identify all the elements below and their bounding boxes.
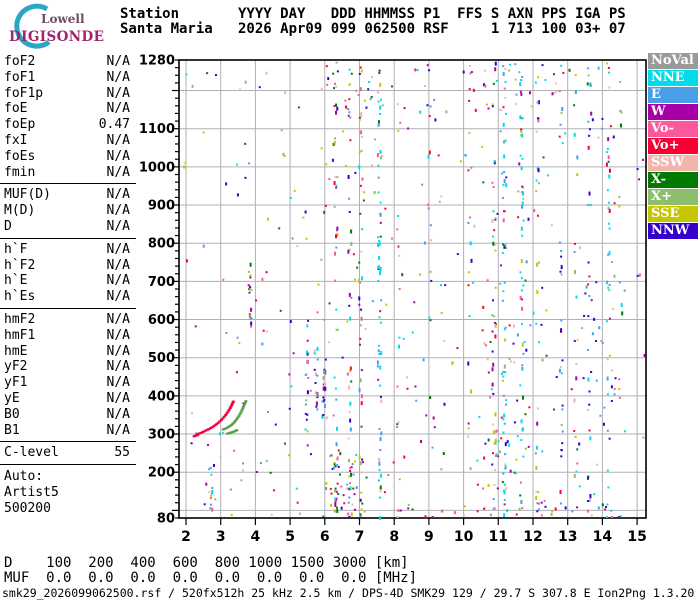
svg-text:500: 500 xyxy=(148,351,175,366)
svg-text:1000: 1000 xyxy=(139,160,175,175)
svg-text:14: 14 xyxy=(593,529,613,545)
svg-text:4: 4 xyxy=(251,529,261,545)
legend-item-w: W xyxy=(648,104,698,120)
svg-text:12: 12 xyxy=(523,529,542,545)
svg-text:8: 8 xyxy=(389,529,399,545)
muf-row: MUF 0.0 0.0 0.0 0.0 0.0 0.0 0.0 0.0 [MHz… xyxy=(4,569,418,586)
muf-table: D 100 200 400 600 800 1000 1500 3000 [km… xyxy=(4,556,417,585)
file-info-footer: smk29_2026099062500.rsf / 520fx512h 25 k… xyxy=(2,586,695,600)
svg-text:300: 300 xyxy=(148,428,175,443)
digisonde-ionogram-app: Lowell DIGISONDE Station YYYY DAY DDD HH… xyxy=(0,0,700,600)
svg-text:800: 800 xyxy=(148,237,175,252)
svg-text:5: 5 xyxy=(285,529,295,545)
svg-text:15: 15 xyxy=(627,529,646,545)
direction-legend: NoVal NNE E W Vo- Vo+ SSW X- X+ SSE NNW xyxy=(648,53,698,240)
svg-text:1280: 1280 xyxy=(139,54,175,69)
svg-text:200: 200 xyxy=(148,466,175,481)
legend-item-vo: Vo+ xyxy=(648,138,698,154)
legend-item-sse: SSE xyxy=(648,206,698,222)
legend-item-e: E xyxy=(648,87,698,103)
legend-item-x: X+ xyxy=(648,189,698,205)
legend-item-noval: NoVal xyxy=(648,53,698,69)
svg-text:1100: 1100 xyxy=(139,122,175,137)
svg-text:6: 6 xyxy=(320,529,330,545)
svg-text:80: 80 xyxy=(157,512,175,527)
legend-item-vo: Vo- xyxy=(648,121,698,137)
svg-text:600: 600 xyxy=(148,313,175,328)
svg-text:13: 13 xyxy=(558,529,577,545)
legend-item-x: X- xyxy=(648,172,698,188)
legend-item-ssw: SSW xyxy=(648,155,698,171)
legend-item-nnw: NNW xyxy=(648,223,698,239)
svg-text:11: 11 xyxy=(489,529,508,545)
svg-text:900: 900 xyxy=(148,199,175,214)
ionogram-plot: 1280 1100 1000 900 800 700 600 500 400 300 200 80 2 3… xyxy=(139,54,647,546)
svg-text:9: 9 xyxy=(424,529,434,545)
svg-text:7: 7 xyxy=(355,529,365,545)
svg-text:400: 400 xyxy=(148,389,175,404)
svg-text:10: 10 xyxy=(454,529,474,545)
svg-text:700: 700 xyxy=(148,275,175,290)
legend-item-nne: NNE xyxy=(648,70,698,86)
svg-text:3: 3 xyxy=(216,529,226,545)
svg-text:2: 2 xyxy=(181,529,191,545)
